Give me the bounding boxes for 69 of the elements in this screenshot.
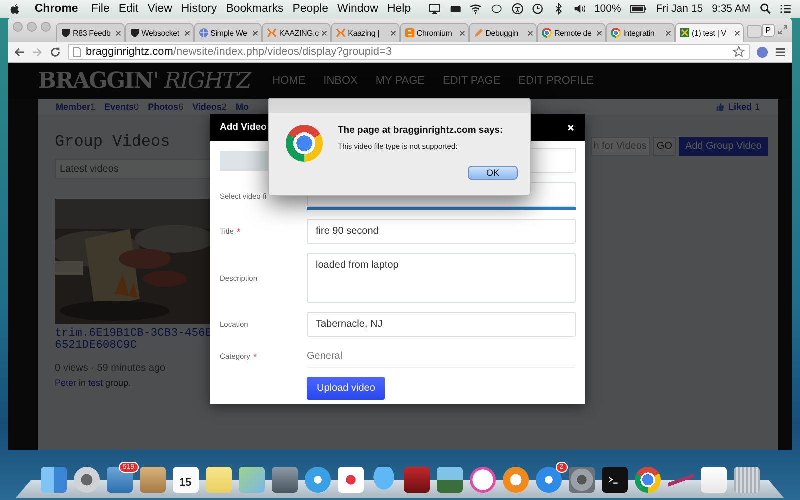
- clock-icon[interactable]: [532, 3, 544, 15]
- back-arrow-icon[interactable]: [14, 46, 25, 58]
- chevrons-icon: [267, 28, 278, 38]
- battery-percent: 100%: [594, 3, 622, 15]
- pencil-icon: [474, 28, 484, 38]
- blog-icon: [404, 28, 415, 38]
- browser-tab[interactable]: Chromium: [400, 23, 469, 42]
- apple-icon[interactable]: [10, 2, 20, 16]
- browser-tab[interactable]: (1) test | V: [675, 23, 744, 42]
- volume-icon[interactable]: [574, 3, 586, 15]
- description-field[interactable]: loaded from laptop: [307, 253, 576, 303]
- browser-tab[interactable]: Debuggin: [468, 23, 538, 42]
- alert-title: The page at bragginrightz.com says:: [338, 125, 504, 136]
- chrome-logo-icon[interactable]: [634, 467, 660, 493]
- upload-video-button[interactable]: Upload video: [307, 377, 386, 400]
- input-field[interactable]: fire 90 second: [307, 219, 576, 244]
- airplay-icon[interactable]: [429, 3, 441, 15]
- menu-clock[interactable]: 9:35 AM: [712, 3, 751, 15]
- page-heading: Group Videos: [55, 133, 170, 151]
- chrome-logo-icon: [611, 28, 622, 38]
- input-field[interactable]: Tabernacle, NJ: [307, 312, 576, 337]
- dialog-title: Add Video: [220, 122, 267, 133]
- star-icon[interactable]: [733, 46, 745, 58]
- chevrons-icon: [336, 28, 346, 38]
- ok-button[interactable]: OK: [468, 166, 518, 180]
- browser-tab[interactable]: KAAZING.c: [262, 23, 332, 42]
- menu-item[interactable]: Help: [387, 3, 412, 15]
- menu-item[interactable]: File: [91, 3, 110, 15]
- browser-tab[interactable]: R83 Feedb: [56, 23, 125, 42]
- browser-tab[interactable]: Kaazing |: [331, 23, 400, 42]
- close-icon[interactable]: [734, 30, 741, 36]
- menu-icon[interactable]: [775, 46, 786, 58]
- photo-icon[interactable]: [436, 467, 462, 493]
- wifi-icon[interactable]: [470, 3, 482, 15]
- browser-tab[interactable]: Remote de: [537, 23, 606, 42]
- compass-icon[interactable]: [304, 467, 330, 493]
- video-byline: Peter in test group.: [55, 378, 132, 388]
- browser-tab[interactable]: Simple We: [194, 23, 262, 42]
- list-icon[interactable]: [780, 3, 792, 15]
- bluetooth-icon[interactable]: [553, 3, 565, 15]
- fullscreen-icon[interactable]: [778, 25, 788, 35]
- terminal-icon[interactable]: [602, 467, 628, 493]
- search-icon[interactable]: [760, 3, 772, 15]
- accessibility-icon[interactable]: [512, 3, 524, 15]
- menu-item[interactable]: View: [148, 3, 172, 15]
- globe-icon: [198, 28, 209, 38]
- speech-bubble-icon[interactable]: [491, 3, 503, 15]
- shield-icon: [61, 28, 71, 38]
- shield-icon: [130, 28, 140, 38]
- menu-item[interactable]: Bookmarks: [226, 3, 284, 15]
- menu-item[interactable]: Window: [338, 3, 378, 15]
- profile-button[interactable]: P: [762, 24, 776, 36]
- menu-item[interactable]: History: [181, 3, 218, 15]
- chrome-logo-icon: [542, 28, 552, 38]
- thumbs-up-icon: [716, 102, 726, 112]
- address-bar[interactable]: bragginrightz.com/newsite/index.php/videos/display?groupid=3: [68, 44, 750, 60]
- menu-date[interactable]: Fri Jan 15: [656, 3, 704, 15]
- browser-tab[interactable]: Integratin: [606, 23, 676, 42]
- browser-tab[interactable]: Websocket: [124, 23, 194, 42]
- menu-item[interactable]: Edit: [118, 3, 139, 15]
- chrome-logo-icon: [286, 125, 323, 162]
- app-menu[interactable]: Chrome: [34, 3, 78, 15]
- category-select[interactable]: General: [307, 346, 576, 368]
- page-icon: [73, 47, 81, 57]
- menu-item[interactable]: People: [292, 3, 329, 15]
- calendar-icon[interactable]: 15: [172, 467, 198, 493]
- tile-icon: [680, 28, 690, 38]
- reload-icon[interactable]: [50, 46, 61, 58]
- battery-icon[interactable]: [630, 3, 648, 15]
